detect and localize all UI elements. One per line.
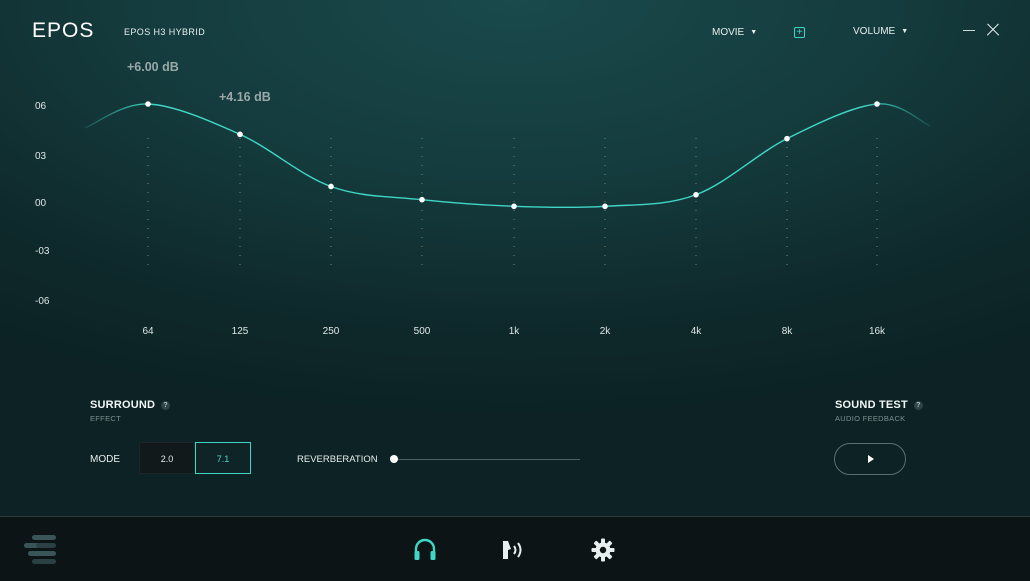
frequency-label-250: 250 — [322, 326, 340, 337]
eq-curve-chart — [84, 101, 931, 268]
sound-test-subtitle: AUDIO FEEDBACK — [835, 414, 906, 423]
eq-curve — [84, 103, 931, 209]
eq-band-handle-1k[interactable] — [511, 203, 517, 210]
headphones-icon[interactable] — [412, 537, 438, 563]
frequency-label-16k: 16k — [868, 326, 886, 337]
frequency-label-2k: 2k — [599, 326, 611, 337]
eq-band-handle-16k[interactable] — [874, 101, 880, 107]
eq-band-handle-64[interactable] — [145, 101, 151, 107]
eq-band-handle-8k[interactable] — [784, 135, 790, 142]
play-icon — [868, 455, 874, 463]
frequency-label-64: 64 — [142, 326, 154, 337]
equalizer: 06 03 00 -03 -06 +6.00 dB +4.16 dB 64 125… — [0, 0, 1030, 360]
voice-icon[interactable] — [500, 537, 526, 563]
frequency-label-4k: 4k — [690, 326, 702, 337]
surround-title: SURROUND? — [90, 399, 171, 411]
gear-icon[interactable] — [590, 537, 616, 563]
eq-band-handle-2k[interactable] — [602, 203, 608, 210]
play-button[interactable] — [834, 443, 906, 475]
mode-2-0-button[interactable]: 2.0 — [139, 442, 195, 474]
eq-band-handle-250[interactable] — [328, 183, 334, 190]
frequency-label-1k: 1k — [508, 326, 520, 337]
bottom-nav — [0, 516, 1030, 581]
frequency-label-8k: 8k — [781, 326, 793, 337]
frequency-label-125: 125 — [231, 326, 249, 337]
eq-band-handle-4k[interactable] — [693, 191, 699, 198]
help-icon[interactable]: ? — [161, 401, 171, 410]
reverberation-slider-handle[interactable] — [390, 455, 398, 463]
menu-icon[interactable] — [24, 534, 58, 566]
frequency-label-500: 500 — [413, 326, 431, 337]
sound-test-title: SOUND TEST? — [835, 399, 923, 411]
reverberation-label: REVERBERATION — [297, 454, 378, 465]
reverberation-slider-track[interactable] — [395, 459, 580, 460]
mode-label: MODE — [90, 454, 120, 465]
help-icon[interactable]: ? — [913, 401, 923, 410]
mode-7-1-button[interactable]: 7.1 — [195, 442, 251, 474]
eq-band-handle-125[interactable] — [237, 131, 243, 138]
eq-band-handle-500[interactable] — [419, 196, 425, 203]
surround-subtitle: EFFECT — [90, 414, 121, 423]
